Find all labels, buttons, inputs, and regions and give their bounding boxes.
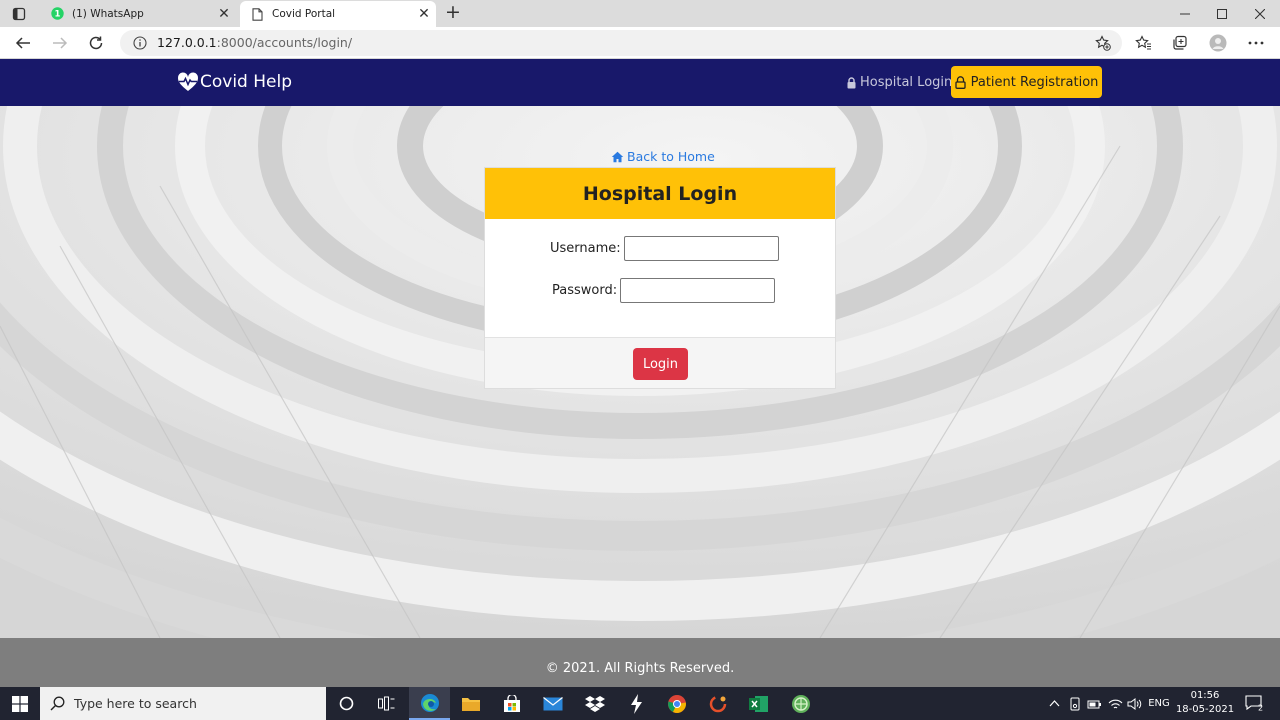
- cortana-icon[interactable]: [326, 687, 367, 720]
- lock-icon: [846, 76, 857, 89]
- page-favicon-icon: [250, 7, 264, 21]
- task-view-icon[interactable]: [366, 687, 407, 720]
- mail-icon[interactable]: [532, 687, 573, 720]
- tab-whatsapp[interactable]: 1 (1) WhatsApp ✕: [40, 0, 236, 27]
- dropbox-icon[interactable]: [574, 687, 615, 720]
- back-to-home-label: Back to Home: [627, 149, 715, 164]
- svg-text:1: 1: [54, 10, 60, 20]
- tab-close-icon[interactable]: ✕: [416, 6, 432, 22]
- password-label: Password:: [552, 283, 618, 298]
- clock-time: 01:56: [1190, 690, 1220, 701]
- search-placeholder: Type here to search: [74, 696, 197, 711]
- password-input[interactable]: [620, 278, 776, 303]
- show-hidden-icons-icon[interactable]: [1046, 687, 1062, 720]
- copyright-text: © 2021. All Rights Reserved.: [545, 661, 735, 676]
- collections-icon[interactable]: [1168, 31, 1192, 55]
- reload-icon[interactable]: [84, 31, 108, 55]
- password-row: Password:: [552, 278, 776, 303]
- brand-link[interactable]: Covid Help: [177, 72, 292, 92]
- notification-center-icon[interactable]: 2: [1243, 693, 1265, 713]
- whatsapp-favicon-icon: 1: [50, 7, 64, 21]
- store-icon[interactable]: [491, 687, 532, 720]
- maximize-icon[interactable]: [1203, 0, 1241, 27]
- browser-toolbar: 127.0.0.1:8000/accounts/login/: [0, 27, 1280, 59]
- game-app-icon[interactable]: [780, 687, 821, 720]
- edge-icon[interactable]: [409, 687, 450, 720]
- excel-icon[interactable]: [738, 687, 779, 720]
- search-icon: [49, 696, 65, 712]
- back-to-home-link[interactable]: Back to Home: [611, 149, 715, 164]
- address-bar[interactable]: 127.0.0.1:8000/accounts/login/: [120, 30, 1122, 56]
- url-host: 127.0.0.1: [157, 35, 217, 50]
- volume-icon[interactable]: [1125, 687, 1143, 720]
- profile-avatar-icon[interactable]: [1206, 31, 1230, 55]
- login-button[interactable]: Login: [633, 348, 688, 380]
- login-card-title: Hospital Login: [485, 168, 835, 219]
- hospital-login-label: Hospital Login: [860, 75, 953, 90]
- home-icon: [611, 150, 624, 163]
- username-label: Username:: [550, 241, 621, 256]
- more-options-icon[interactable]: [1244, 31, 1268, 55]
- minimize-icon[interactable]: [1166, 0, 1204, 27]
- url-path: :8000/accounts/login/: [216, 35, 353, 50]
- patient-registration-label: Patient Registration: [970, 74, 1099, 90]
- tab-title: (1) WhatsApp: [72, 7, 144, 20]
- window-close-icon[interactable]: [1241, 0, 1279, 27]
- site-footer: © 2021. All Rights Reserved.: [0, 638, 1280, 687]
- windows-taskbar: Type here to search ENG 01:56 18-05-2021…: [0, 687, 1280, 720]
- media-app-icon[interactable]: [697, 687, 738, 720]
- wifi-icon[interactable]: [1106, 687, 1124, 720]
- patient-registration-button[interactable]: Patient Registration: [951, 66, 1102, 98]
- hospital-login-link[interactable]: Hospital Login: [846, 75, 952, 90]
- taskbar-clock[interactable]: 01:56 18-05-2021: [1172, 689, 1238, 717]
- brand-name: Covid Help: [200, 72, 293, 92]
- username-input[interactable]: [623, 236, 779, 261]
- tab-title: Covid Portal: [272, 8, 336, 20]
- username-row: Username:: [550, 236, 779, 261]
- site-navbar: Covid Help Hospital Login Patient Regist…: [0, 59, 1280, 106]
- file-explorer-icon[interactable]: [450, 687, 491, 720]
- svg-text:2: 2: [1258, 704, 1263, 712]
- site-info-icon[interactable]: [132, 35, 148, 51]
- forward-arrow-icon[interactable]: [48, 31, 72, 55]
- bolt-app-icon[interactable]: [615, 687, 656, 720]
- login-card-footer: Login: [485, 337, 835, 388]
- hospital-login-card: Hospital Login Username: Password: Login: [484, 167, 836, 389]
- tab-covid-portal[interactable]: Covid Portal ✕: [240, 1, 436, 27]
- battery-icon[interactable]: [1086, 687, 1104, 720]
- chrome-icon[interactable]: [656, 687, 697, 720]
- tab-close-icon[interactable]: ✕: [216, 6, 232, 22]
- language-indicator[interactable]: ENG: [1146, 687, 1172, 720]
- heartbeat-icon: [177, 72, 199, 92]
- back-arrow-icon[interactable]: [11, 31, 35, 55]
- add-favorite-icon[interactable]: [1094, 34, 1112, 52]
- device-tray-icon[interactable]: [1066, 687, 1084, 720]
- taskbar-search-box[interactable]: Type here to search: [40, 687, 326, 720]
- url-text[interactable]: 127.0.0.1:8000/accounts/login/: [157, 35, 352, 50]
- windows-start-icon[interactable]: [0, 687, 40, 720]
- new-tab-icon[interactable]: +: [443, 3, 463, 23]
- browser-tab-strip: 1 (1) WhatsApp ✕ Covid Portal ✕ +: [0, 0, 1280, 27]
- favorites-icon[interactable]: [1131, 31, 1155, 55]
- unlock-icon: [955, 75, 967, 89]
- tab-actions-icon[interactable]: [10, 5, 28, 23]
- clock-date: 18-05-2021: [1175, 704, 1235, 715]
